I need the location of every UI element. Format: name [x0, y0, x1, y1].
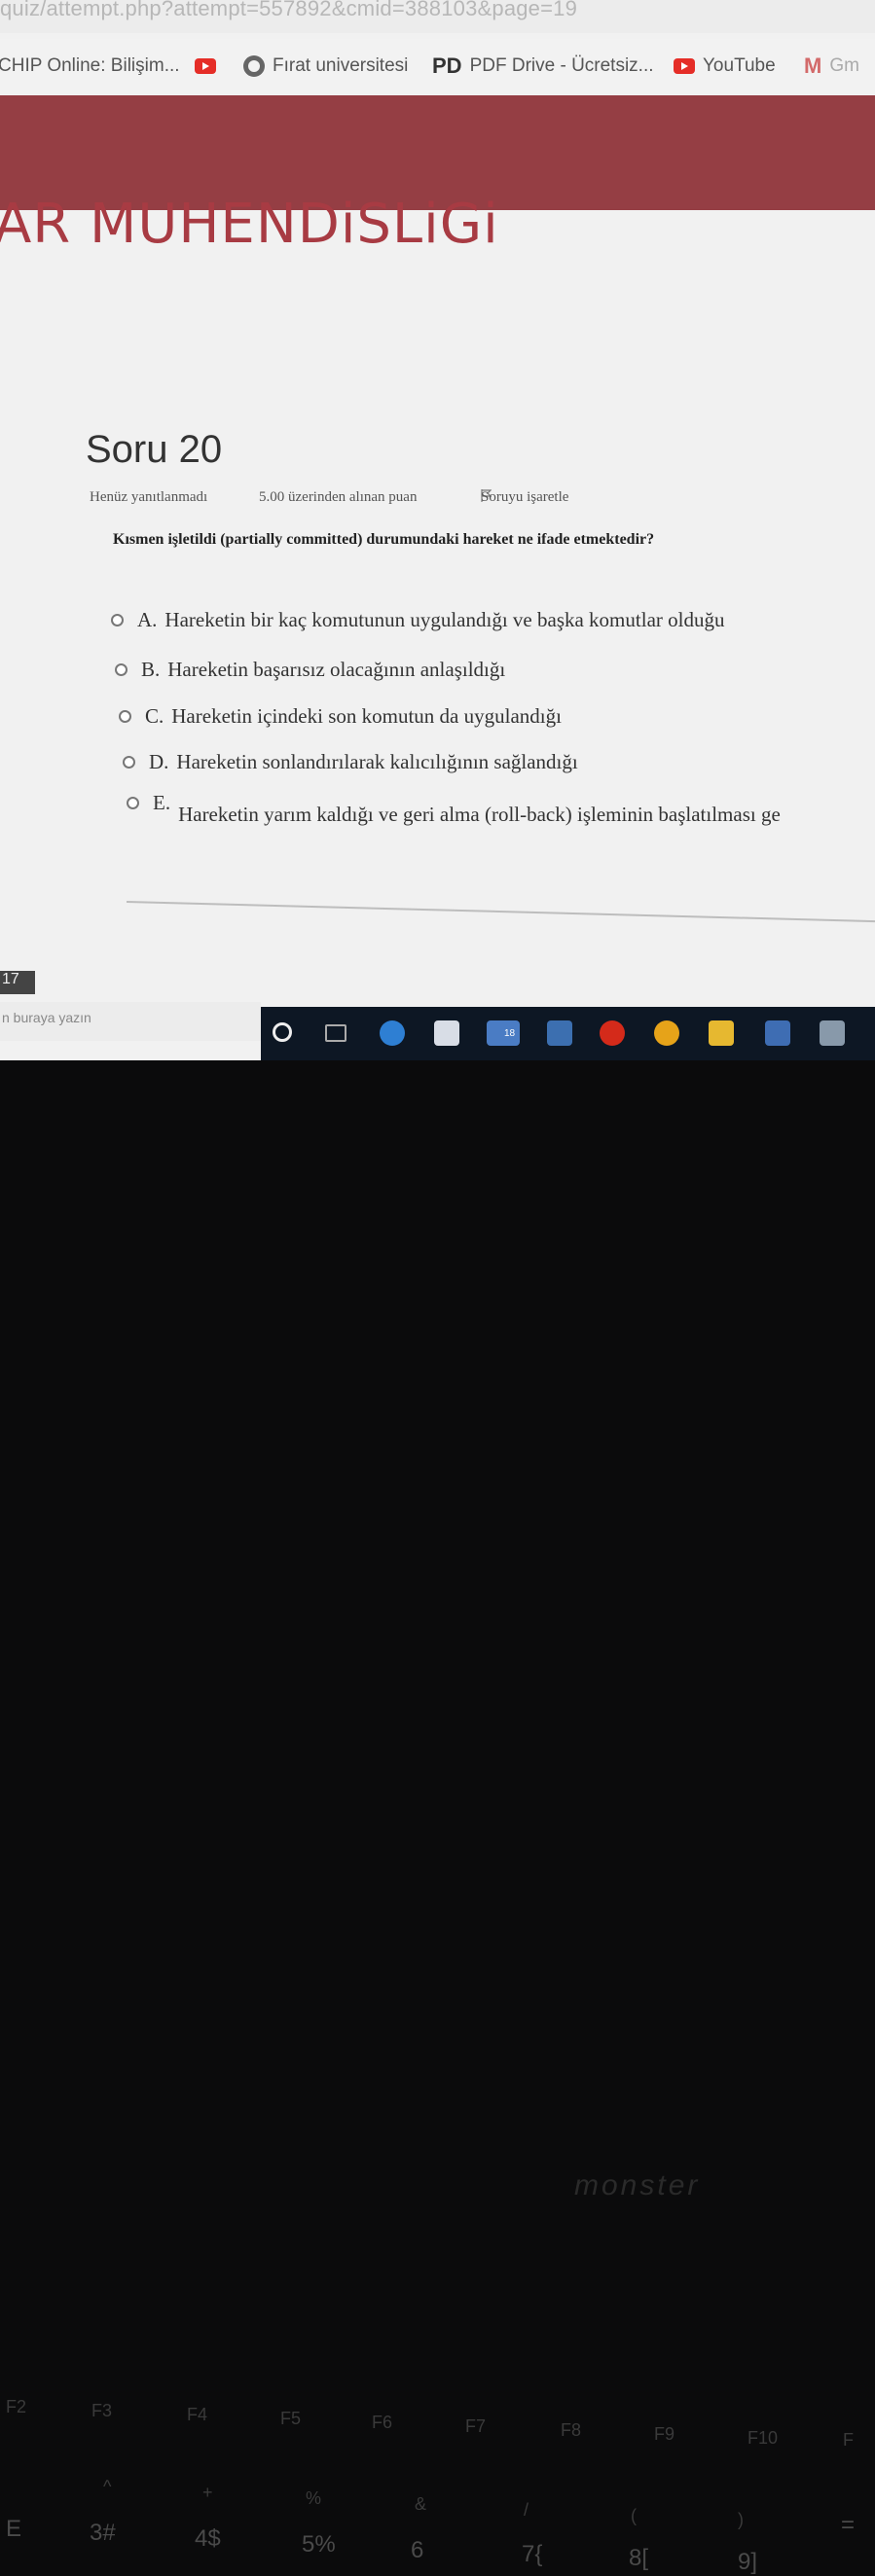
option-e[interactable]: E. Hareketin yarım kaldığı ve geri alma …	[127, 791, 781, 827]
radio-button[interactable]	[123, 756, 135, 769]
youtube-icon	[195, 58, 216, 74]
question-status: Henüz yanıtlanmadı	[90, 489, 208, 505]
youtube-icon	[674, 58, 695, 74]
key-f8: F8	[561, 2420, 582, 2440]
option-text: Hareketin başarısız olacağının anlaşıldı…	[167, 658, 506, 681]
radio-button[interactable]	[119, 710, 131, 723]
key-f5: F5	[280, 2409, 302, 2428]
bookmark-youtube-icon-only[interactable]	[195, 58, 216, 74]
option-text: Hareketin içindeki son komutun da uygula…	[171, 704, 562, 728]
taskbar: 18	[261, 1007, 875, 1060]
key-ampersand: &	[415, 2494, 427, 2514]
key-6: 6	[411, 2537, 424, 2563]
radio-button[interactable]	[115, 663, 128, 676]
key-plus: +	[202, 2483, 213, 2502]
bookmark-chip-online[interactable]: CHIP Online: Bilişim...	[0, 55, 180, 77]
app-icon[interactable]	[820, 1020, 845, 1046]
key-e: E	[6, 2516, 22, 2542]
option-text: Hareketin bir kaç komutunun uygulandığı …	[164, 608, 725, 631]
option-a[interactable]: A. Hareketin bir kaç komutunun uygulandı…	[111, 608, 724, 632]
clock: 17	[0, 971, 35, 994]
bookmark-firat-universitesi[interactable]: Fırat universitesi	[243, 55, 408, 77]
key-f3: F3	[91, 2401, 113, 2420]
bookmark-gmail[interactable]: M Gm	[804, 54, 859, 79]
option-b[interactable]: B. Hareketin başarısız olacağının anlaşı…	[115, 658, 505, 682]
option-letter: A.	[137, 608, 158, 631]
radio-button[interactable]	[127, 797, 139, 809]
option-d[interactable]: D. Hareketin sonlandırılarak kalıcılığın…	[123, 750, 578, 774]
key-f7: F7	[465, 2416, 487, 2436]
bookmark-label: Fırat universitesi	[273, 55, 409, 76]
flag-label: Soruyu işaretle	[481, 489, 569, 505]
option-letter: C.	[145, 704, 164, 728]
mail-icon[interactable]: 18	[487, 1020, 520, 1046]
bookmarks-bar: CHIP Online: Bilişim... Fırat universite…	[0, 39, 875, 93]
site-title: AR MUHENDiSLiGi	[0, 193, 499, 256]
option-letter: E.	[153, 791, 171, 814]
chrome-icon[interactable]	[654, 1020, 679, 1046]
cortana-icon[interactable]	[273, 1022, 292, 1042]
key-4: 4$	[195, 2525, 221, 2552]
pd-icon: PD	[432, 54, 462, 78]
folder-icon[interactable]	[709, 1020, 734, 1046]
bookmark-label: CHIP Online: Bilişim...	[0, 55, 180, 76]
task-view-icon[interactable]	[325, 1024, 346, 1042]
key-caret: ^	[103, 2477, 112, 2496]
laptop-brand-logo: monster	[574, 2169, 701, 2201]
key-3: 3#	[90, 2520, 116, 2546]
option-c[interactable]: C. Hareketin içindeki son komutun da uyg…	[119, 704, 562, 729]
radio-button[interactable]	[111, 614, 124, 626]
key-f9: F9	[654, 2424, 675, 2444]
key-8: 8[	[629, 2545, 649, 2571]
laptop-screen: quiz/attempt.php?attempt=557892&cmid=388…	[0, 0, 875, 1060]
download-icon[interactable]	[547, 1020, 572, 1046]
opera-icon[interactable]	[600, 1020, 625, 1046]
key-5: 5%	[302, 2531, 336, 2558]
keyboard: monster F2 F3 F4 F5 F6 F7 F8 F9 F10 F ^ …	[0, 1060, 875, 2575]
key-paren-open: (	[631, 2506, 637, 2525]
url-text: quiz/attempt.php?attempt=557892&cmid=388…	[0, 0, 578, 20]
key-f4: F4	[187, 2405, 208, 2424]
taskbar-search-input[interactable]: n buraya yazın	[0, 1002, 261, 1041]
key-equals: =	[841, 2512, 856, 2538]
store-icon[interactable]	[434, 1020, 459, 1046]
option-letter: D.	[149, 750, 169, 773]
option-letter: B.	[141, 658, 161, 681]
key-f10: F10	[747, 2428, 779, 2448]
key-slash: /	[524, 2500, 529, 2520]
key-7: 7{	[522, 2541, 543, 2567]
key-f6: F6	[372, 2413, 393, 2432]
bookmark-label: PDF Drive - Ücretsiz...	[469, 55, 654, 76]
question-text: Kısmen işletildi (partially committed) d…	[113, 531, 655, 548]
address-bar[interactable]: quiz/attempt.php?attempt=557892&cmid=388…	[0, 0, 875, 33]
word-icon[interactable]	[765, 1020, 790, 1046]
edge-icon[interactable]	[380, 1020, 405, 1046]
key-percent: %	[306, 2488, 322, 2508]
bookmark-pdf-drive[interactable]: PD PDF Drive - Ücretsiz...	[432, 54, 654, 79]
bookmark-label: Gm	[829, 55, 859, 76]
gmail-icon: M	[804, 54, 822, 78]
key-paren-close: )	[738, 2510, 744, 2529]
question-points: 5.00 üzerinden alınan puan	[259, 489, 418, 505]
globe-icon	[243, 55, 265, 77]
bookmark-youtube[interactable]: YouTube	[674, 55, 776, 77]
question-title: Soru 20	[86, 428, 223, 471]
key-f11: F	[843, 2430, 854, 2450]
key-f2: F2	[6, 2397, 27, 2416]
mail-badge: 18	[504, 1028, 516, 1039]
divider	[126, 901, 875, 923]
option-text: Hareketin sonlandırılarak kalıcılığının …	[176, 750, 578, 773]
bookmark-label: YouTube	[703, 55, 776, 76]
flag-question-link[interactable]: Soruyu işaretle	[481, 489, 568, 505]
key-9: 9]	[738, 2549, 758, 2575]
option-text: Hareketin yarım kaldığı ve geri alma (ro…	[178, 803, 781, 826]
